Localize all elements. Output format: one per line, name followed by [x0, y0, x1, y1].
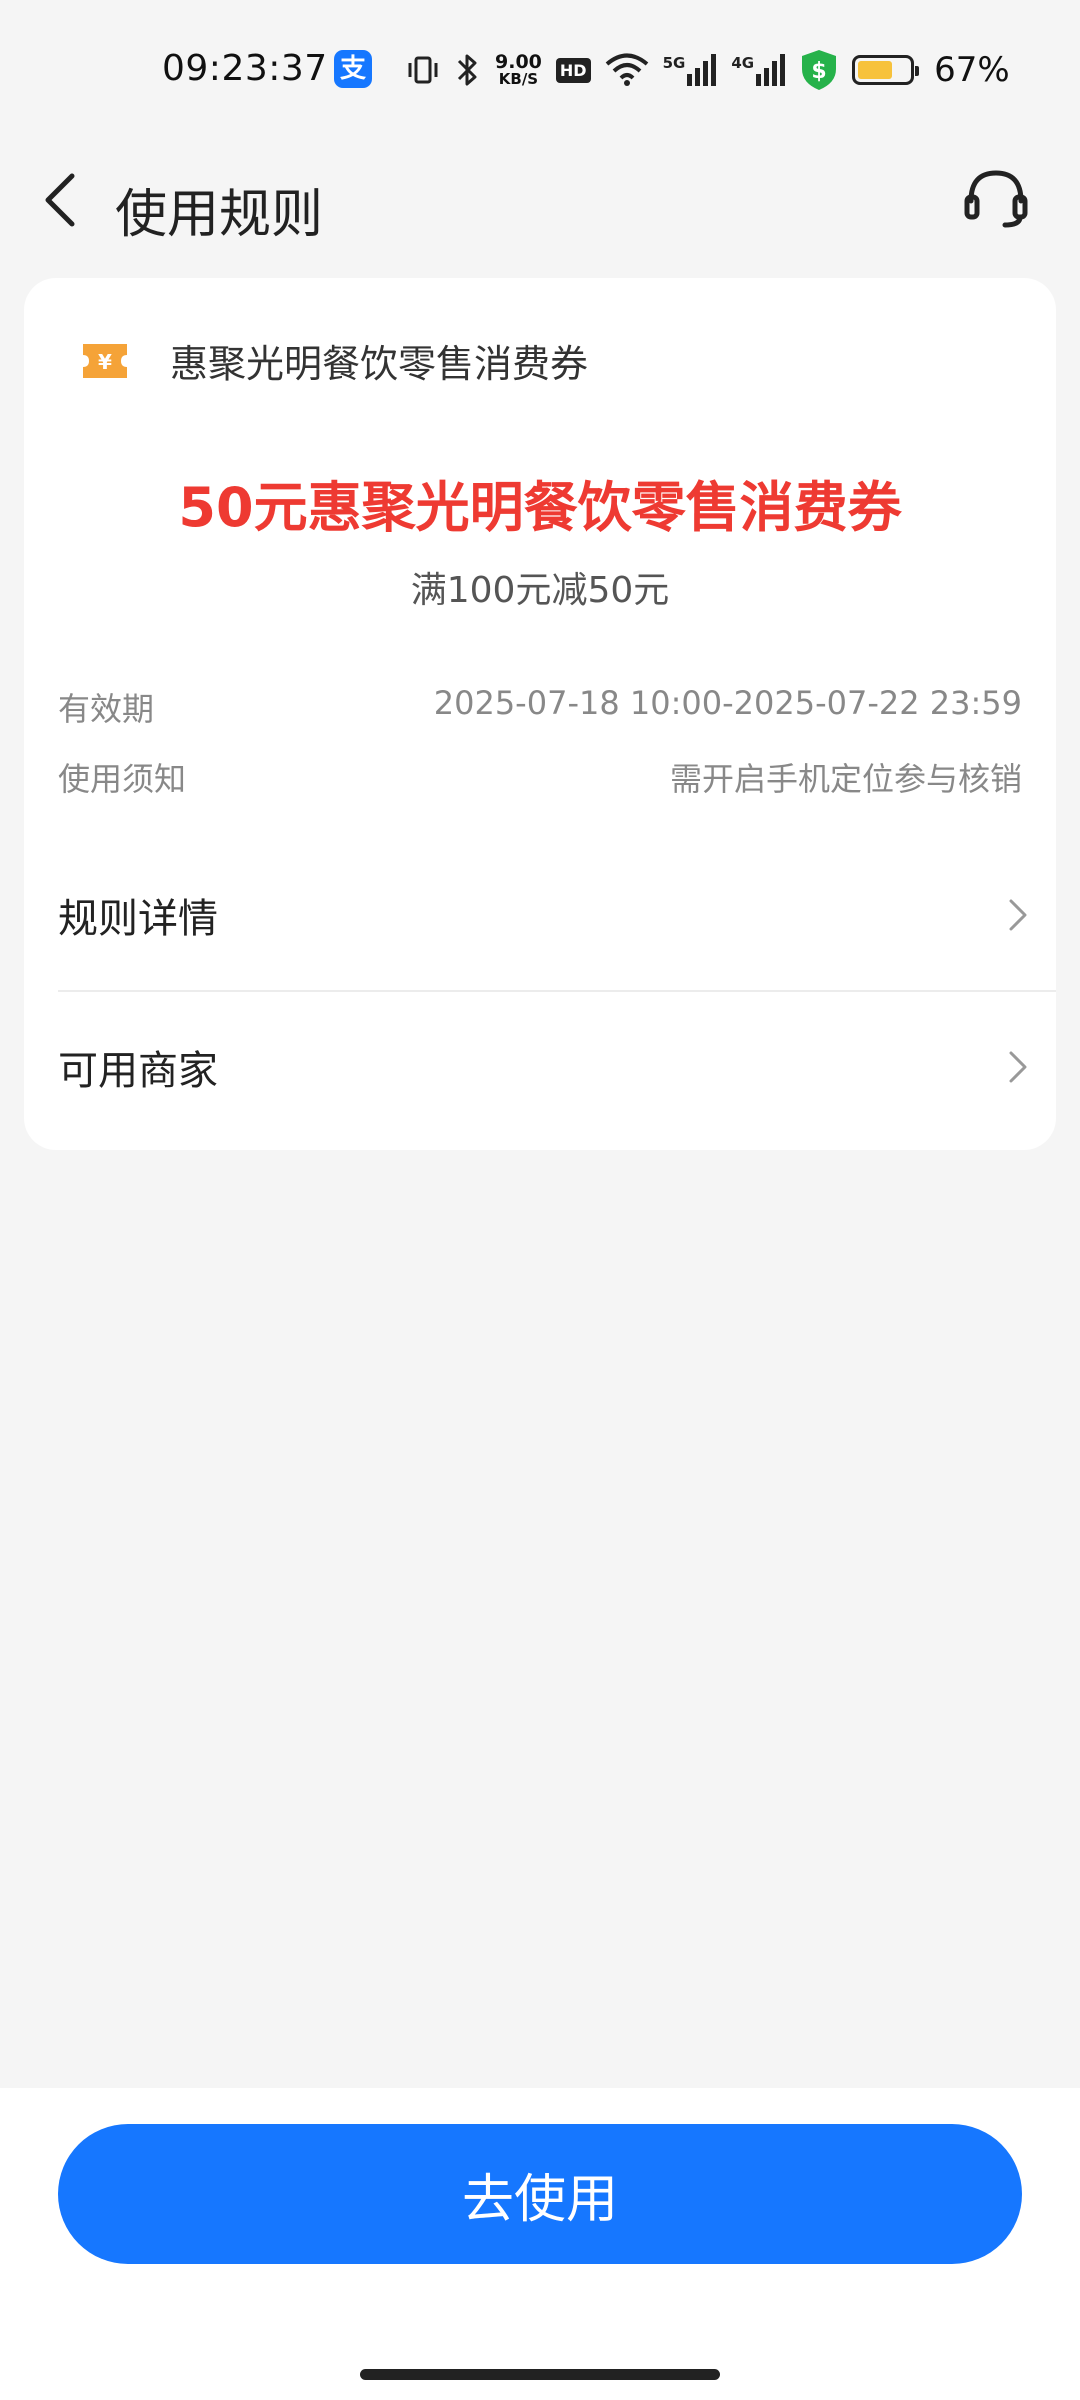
signal-icon: [687, 54, 717, 86]
svg-text:¥: ¥: [98, 350, 112, 374]
rules-detail-label: 规则详情: [58, 896, 218, 942]
ticket-icon: ¥: [80, 339, 130, 383]
battery-level: [858, 61, 892, 79]
coupon-brand: 惠聚光明餐饮零售消费券: [170, 342, 589, 386]
home-indicator[interactable]: [360, 2369, 720, 2380]
coupon-condition: 满100元减50元: [410, 570, 670, 611]
chevron-right-icon: [998, 1047, 1038, 1087]
available-merchants-label: 可用商家: [58, 1048, 218, 1094]
coupon-header: ¥ 惠聚光明餐饮零售消费券: [80, 333, 588, 388]
signal-5g: 5G: [663, 54, 718, 86]
alipay-notification-icon: 支: [334, 50, 372, 88]
notice-label: 使用须知: [58, 760, 187, 798]
svg-text:$: $: [811, 59, 826, 84]
validity-value: 2025-07-18 10:00-2025-07-22 23:59: [433, 684, 1022, 722]
validity-label: 有效期: [58, 690, 155, 728]
coupon-card: ¥ 惠聚光明餐饮零售消费券 50元惠聚光明餐饮零售消费券 满100元减50元 有…: [24, 278, 1056, 1150]
chevron-left-icon: [45, 173, 75, 227]
signal-4g: 4G: [731, 54, 786, 86]
validity-row: 有效期 2025-07-18 10:00-2025-07-22 23:59: [58, 684, 1022, 730]
status-bar: 09:23:37 支 9.00 KB/S HD 5G 4G $ 67%: [0, 0, 1080, 140]
notice-value: 需开启手机定位参与核销: [669, 760, 1022, 798]
network-speed: 9.00 KB/S: [495, 51, 542, 88]
battery-percent: 67%: [934, 50, 1010, 90]
hd-badge: HD: [555, 57, 591, 83]
status-icons: 9.00 KB/S HD 5G 4G $ 67%: [405, 48, 1010, 92]
customer-service-button[interactable]: [948, 150, 1044, 246]
signal-icon: [756, 54, 786, 86]
battery-icon: [852, 55, 920, 85]
coupon-title: 50元惠聚光明餐饮零售消费券: [178, 476, 902, 539]
status-time: 09:23:37: [162, 48, 328, 89]
page-title: 使用规则: [115, 185, 324, 245]
bottom-bar: 去使用: [0, 2088, 1080, 2400]
headset-icon: [964, 170, 1028, 228]
chevron-right-icon: [998, 895, 1038, 935]
bluetooth-icon: [457, 54, 477, 86]
wifi-icon: [605, 53, 648, 86]
shield-icon: $: [802, 50, 837, 90]
rules-detail-row[interactable]: 规则详情: [58, 840, 1056, 992]
notice-row: 使用须知 需开启手机定位参与核销: [58, 754, 1022, 800]
available-merchants-row[interactable]: 可用商家: [58, 992, 1056, 1142]
back-button[interactable]: [30, 152, 90, 248]
vibrate-icon: [408, 56, 438, 84]
page-header: 使用规则: [0, 140, 1080, 260]
use-coupon-button[interactable]: 去使用: [58, 2124, 1022, 2264]
